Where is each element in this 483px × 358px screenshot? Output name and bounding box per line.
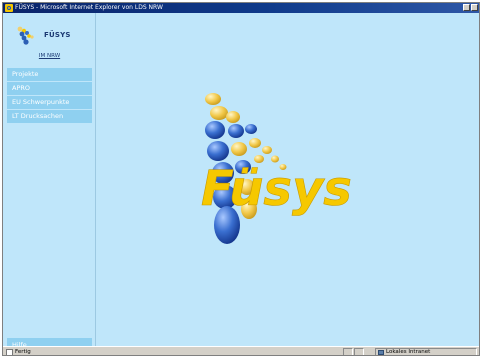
sidebar-item-projekte[interactable]: Projekte: [7, 68, 92, 81]
im-nrw-link[interactable]: IM NRW: [39, 53, 60, 59]
browser-window: FÜSYS - Microsoft Internet Explorer von …: [2, 2, 480, 356]
fuesys-logo: Füsys: [201, 93, 352, 244]
status-cells: [343, 348, 364, 355]
sidebar-item-apro[interactable]: APRO: [7, 82, 92, 95]
status-text: Fertig: [15, 349, 31, 355]
close-button[interactable]: [471, 4, 478, 11]
sidebar-item-eu-schwerpunkte[interactable]: EU Schwerpunkte: [7, 96, 92, 109]
sidebar-logo-text: FÜSYS: [44, 31, 71, 39]
intranet-zone-icon: [378, 349, 384, 355]
zone-text: Lokales Intranet: [386, 349, 431, 355]
sidebar: FÜSYS IM NRW Projekte APRO EU Schwerpunk…: [3, 13, 96, 352]
main-panel: Füsys: [96, 13, 479, 346]
status-cell: [343, 348, 353, 355]
security-zone: Lokales Intranet: [375, 348, 477, 355]
title-bar: FÜSYS - Microsoft Internet Explorer von …: [3, 3, 479, 13]
status-bar: Fertig Lokales Intranet: [3, 346, 479, 355]
window-controls: [463, 4, 478, 11]
sidebar-item-lt-drucksachen[interactable]: LT Drucksachen: [7, 110, 92, 123]
status-cell: [354, 348, 364, 355]
im-nrw-link-wrap: IM NRW: [3, 53, 96, 59]
fuesys-logo-text: Füsys: [201, 161, 352, 217]
sidebar-nav: Projekte APRO EU Schwerpunkte LT Drucksa…: [7, 68, 92, 124]
page-content: FÜSYS IM NRW Projekte APRO EU Schwerpunk…: [3, 13, 479, 352]
page-icon: [6, 348, 13, 355]
minimize-button[interactable]: [463, 4, 470, 11]
fuesys-logo-icon: [17, 26, 34, 45]
status-left: Fertig: [6, 347, 31, 355]
internet-explorer-icon: [5, 4, 13, 12]
window-title: FÜSYS - Microsoft Internet Explorer von …: [15, 4, 163, 11]
